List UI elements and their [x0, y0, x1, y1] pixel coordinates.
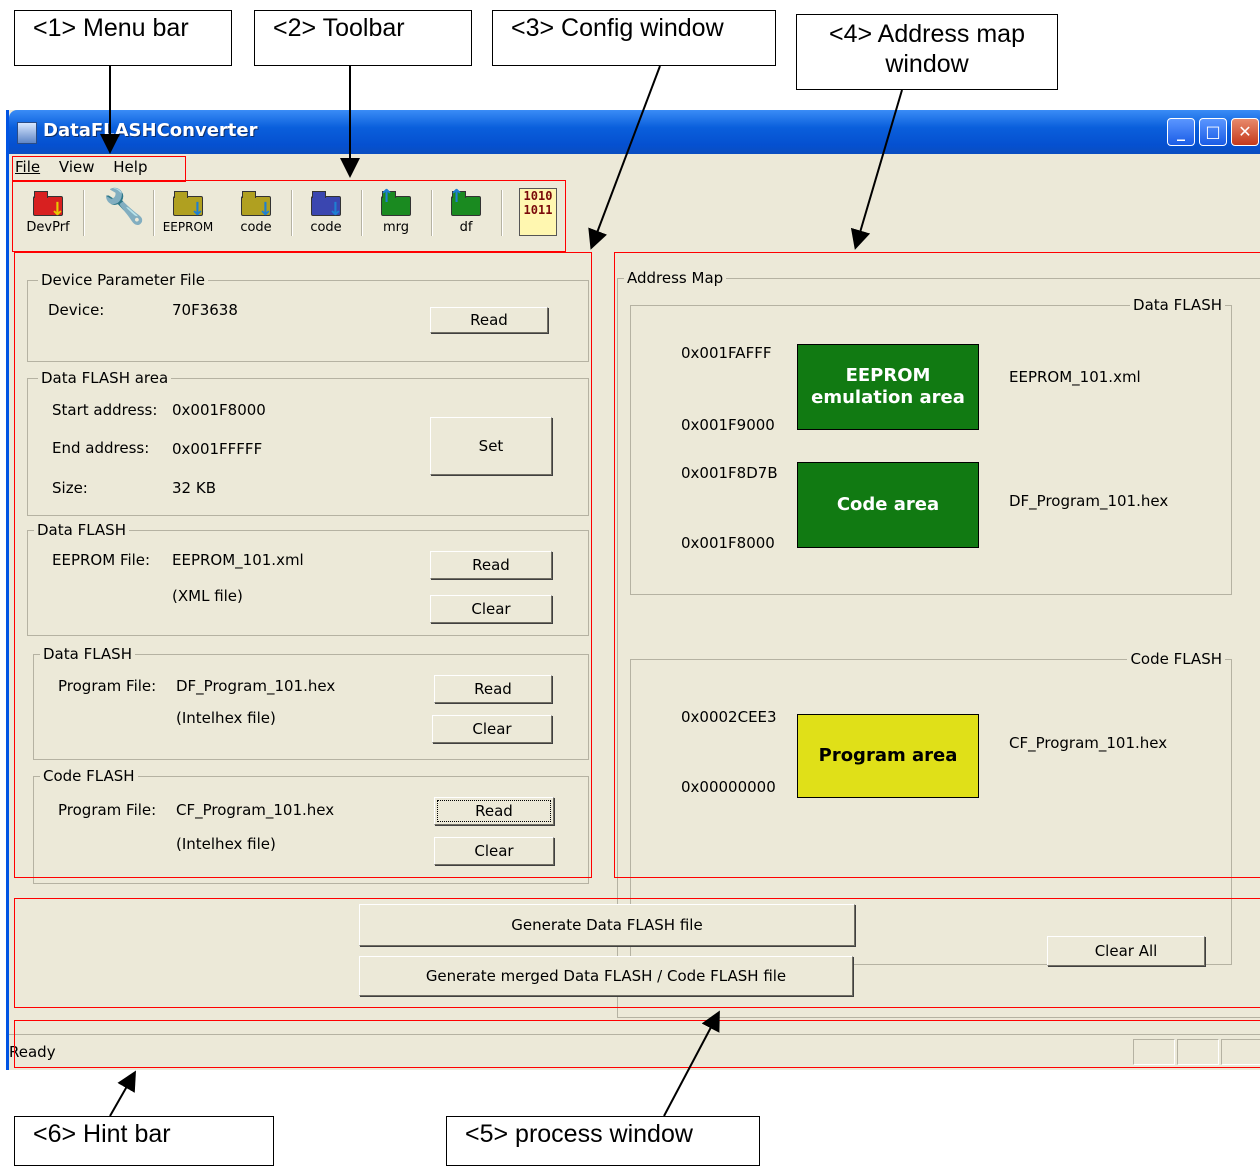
callout-address-map-window: <4> Address map window [796, 14, 1058, 90]
window-title: DataFLASHConverter [43, 120, 258, 141]
close-button[interactable]: ✕ [1231, 118, 1259, 146]
title-bar[interactable]: DataFLASHConverter _ □ ✕ [9, 110, 1260, 154]
highlight-toolbar [12, 180, 566, 252]
highlight-menu-bar [12, 156, 186, 182]
callout-config-window: <3> Config window [492, 10, 776, 66]
highlight-address-map-window [614, 252, 1260, 878]
highlight-hint-bar [14, 1020, 1260, 1068]
callout-menu-bar: <1> Menu bar [14, 10, 232, 66]
callout-hint-bar: <6> Hint bar [14, 1116, 274, 1166]
minimize-button[interactable]: _ [1167, 118, 1195, 146]
callout-process-window: <5> process window [446, 1116, 760, 1166]
highlight-config-window [14, 252, 592, 878]
callout-toolbar: <2> Toolbar [254, 10, 472, 66]
maximize-button[interactable]: □ [1199, 118, 1227, 146]
highlight-process-window [14, 898, 1260, 1008]
app-icon [17, 122, 37, 144]
